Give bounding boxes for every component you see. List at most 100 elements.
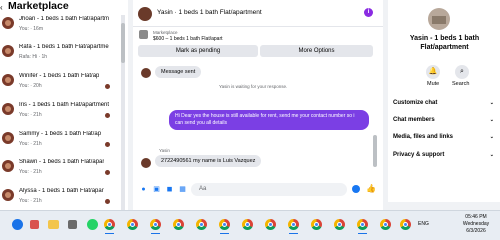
avatar (2, 189, 14, 201)
sticker-icon[interactable]: ◼ (166, 186, 173, 193)
chrome-icon[interactable] (196, 219, 207, 230)
seen-avatar (105, 170, 110, 175)
conversation-item[interactable]: Shawn - 1 beds 1 bath Flat/apar You: · 2… (0, 157, 128, 185)
microphone-icon[interactable]: ● (140, 186, 147, 193)
section-customize-chat[interactable]: Customize chat ⌄ (393, 100, 498, 106)
chrome-icon[interactable] (150, 219, 161, 230)
chrome-icon[interactable] (173, 219, 184, 230)
section-label: Chat members (393, 117, 435, 123)
conversation-name: Sammy - 1 beds 1 bath Flat/ap (19, 131, 102, 137)
chrome-icon[interactable] (265, 219, 276, 230)
chrome-icon[interactable] (357, 219, 368, 230)
avatar (141, 68, 151, 78)
avatar[interactable] (138, 7, 152, 21)
section-media-files[interactable]: Media, files and links ⌄ (393, 134, 498, 140)
avatar (141, 158, 151, 168)
seen-avatar (105, 142, 110, 147)
sender-name: Yasin (159, 148, 170, 153)
conversation-snippet: You: · 21h (19, 169, 42, 175)
conversation-snippet: You: · 16m (19, 26, 43, 32)
more-options-button[interactable]: More Options (260, 45, 373, 57)
conversation-item[interactable]: Sammy - 1 beds 1 bath Flat/ap You: · 21h (0, 129, 128, 157)
marketplace-panel: ‹ Marketplace Jhoan - 1 beds 1 bath Flat… (0, 0, 128, 210)
chrome-icon[interactable] (334, 219, 345, 230)
avatar (2, 103, 14, 115)
conversation-snippet: You: · 20h (19, 83, 42, 89)
conversation-snippet: You: · 21h (19, 141, 42, 147)
message-input[interactable]: Aa (191, 183, 347, 196)
clock-day: Wednesday (462, 221, 490, 227)
folder-icon[interactable] (48, 220, 59, 229)
marketplace-title: Marketplace (8, 0, 69, 12)
message-placeholder: Aa (199, 186, 207, 192)
mute-icon[interactable]: 🔔 (426, 65, 440, 79)
conversation-item[interactable]: Alyssa - 1 beds 1 bath Flat/apar You: · … (0, 186, 128, 210)
message-list: Message sent Yasin is waiting for your r… (133, 64, 383, 180)
gif-icon[interactable]: ▦ (179, 186, 186, 193)
scrollbar-thumb[interactable] (373, 135, 377, 167)
section-chat-members[interactable]: Chat members ⌄ (393, 117, 498, 123)
chevron-down-icon: ⌄ (489, 152, 494, 158)
conversation-item[interactable]: Winifer - 1 beds 1 bath Flat/ap You: · 2… (0, 71, 128, 99)
conversation-scrollbar[interactable] (121, 15, 125, 210)
conversation-item[interactable]: Iris - 1 beds 1 bath Flat/apartment You:… (0, 100, 128, 128)
avatar (2, 74, 14, 86)
incoming-message: 2722490561 my name is Luis Vazquez (155, 155, 262, 167)
conversation-name: Alyssa - 1 beds 1 bath Flat/apar (19, 188, 104, 194)
listing-source: Marketplace (153, 30, 178, 35)
profile-avatar[interactable] (428, 8, 450, 30)
mark-pending-button[interactable]: Mark as pending (138, 45, 258, 57)
section-label: Media, files and links (393, 134, 454, 140)
profile-name: Yasin - 1 beds 1 bath Flat/apartment (409, 35, 480, 51)
chrome-icon[interactable] (104, 219, 115, 230)
chrome-icon[interactable] (311, 219, 322, 230)
conversation-info-panel: Yasin - 1 beds 1 bath Flat/apartment 🔔 M… (388, 0, 500, 202)
listing-thumbnail[interactable] (139, 30, 148, 39)
chat-scrollbar[interactable] (373, 65, 377, 180)
conversation-item[interactable]: Jhoan - 1 beds 1 bath Flat/apartm You: ·… (0, 14, 128, 42)
chrome-icon[interactable] (400, 219, 411, 230)
app-icon[interactable] (68, 220, 77, 229)
like-icon[interactable]: 👍 (366, 184, 376, 193)
search-icon[interactable]: ⌕ (455, 65, 469, 79)
clock-time: 05:46 PM (465, 214, 487, 220)
listing-price[interactable]: $600 – 1 beds 1 bath Flat/apart (153, 36, 223, 42)
conversation-snippet: You: · 21h (19, 198, 42, 204)
chrome-icon[interactable] (242, 219, 253, 230)
conversation-name: Winifer - 1 beds 1 bath Flat/ap (19, 73, 100, 79)
start-icon[interactable] (12, 219, 23, 230)
emoji-icon[interactable] (352, 185, 360, 193)
chevron-down-icon: ⌄ (489, 100, 494, 106)
back-icon[interactable]: ‹ (0, 3, 3, 12)
info-icon[interactable]: i (364, 8, 373, 17)
conversation-name: Jhoan - 1 beds 1 bath Flat/apartm (19, 16, 110, 22)
clock[interactable]: 05:46 PM Wednesday 6/3/2026 (454, 214, 498, 235)
avatar (2, 160, 14, 172)
file-icon[interactable] (30, 220, 39, 229)
section-label: Privacy & support (393, 152, 445, 158)
section-privacy-support[interactable]: Privacy & support ⌄ (393, 152, 498, 158)
chat-title[interactable]: Yasin · 1 beds 1 bath Flat/apartment (157, 9, 262, 16)
conversation-name: Iris - 1 beds 1 bath Flat/apartment (19, 102, 110, 108)
avatar (2, 17, 14, 29)
whatsapp-icon[interactable] (87, 219, 98, 230)
listing-banner: Marketplace $600 – 1 beds 1 bath Flat/ap… (133, 27, 383, 63)
mute-label: Mute (427, 81, 440, 87)
chrome-icon[interactable] (127, 219, 138, 230)
taskbar: ENG 05:46 PM Wednesday 6/3/2026 (0, 210, 500, 240)
chrome-icon[interactable] (219, 219, 230, 230)
chevron-down-icon: ⌄ (489, 117, 494, 123)
outgoing-message: Hi Dear yes the house is still available… (169, 110, 369, 130)
active-indicator (220, 233, 229, 234)
conversation-item[interactable]: Rafa - 1 beds 1 bath Flat/apartme Rafa: … (0, 42, 128, 70)
active-indicator (105, 233, 114, 234)
chevron-down-icon: ⌄ (489, 134, 494, 140)
image-icon[interactable]: ▣ (153, 186, 160, 193)
scrollbar-thumb[interactable] (121, 23, 125, 63)
conversation-snippet: You: · 21h (19, 112, 42, 118)
avatar (2, 45, 14, 57)
system-tray[interactable]: ENG (418, 221, 429, 227)
chrome-icon[interactable] (380, 219, 391, 230)
active-indicator (358, 233, 367, 234)
chrome-icon[interactable] (288, 219, 299, 230)
